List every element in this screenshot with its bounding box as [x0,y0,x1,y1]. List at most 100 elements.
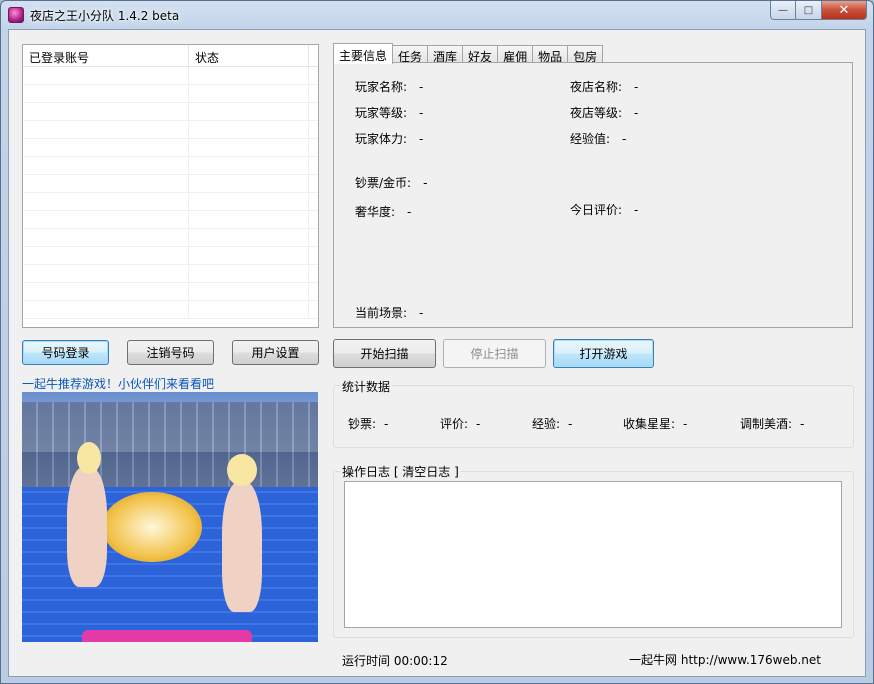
logout-button[interactable]: 注销号码 [127,340,214,365]
tab-hire[interactable]: 雇佣 [497,45,534,64]
club-level-label: 夜店等级: [570,106,623,120]
account-list-row[interactable] [23,211,318,229]
promo-image[interactable] [22,392,318,642]
scene-label: 当前场景: [355,306,408,320]
stat-drinks-label: 调制美酒: [740,417,793,431]
account-cell [23,103,189,120]
stat-cash-value: - [384,417,389,431]
app-icon [8,7,24,23]
account-list-row[interactable] [23,229,318,247]
site-link[interactable]: 一起牛网 http://www.176web.net [629,651,821,668]
runtime-value: 00:00:12 [393,654,448,668]
tab-wine-cellar[interactable]: 酒库 [427,45,464,64]
log-group-title[interactable]: 操作日志 [ 清空日志 ] [340,463,461,480]
club-name-field: 夜店名称: - [570,78,638,95]
promo-link[interactable]: 一起牛推荐游戏！小伙伴们来看看吧 [22,375,214,392]
account-list-row[interactable] [23,157,318,175]
stat-rating-value: - [476,417,481,431]
account-cell [23,283,189,300]
login-button[interactable]: 号码登录 [22,340,109,365]
account-cell [23,175,189,192]
luxury-field: 奢华度: - [355,203,411,220]
stat-exp: 经验: - [532,415,572,432]
title-bar[interactable]: 夜店之王小分队 1.4.2 beta — □ ✕ [1,1,873,29]
account-list-row[interactable] [23,247,318,265]
account-list-row[interactable] [23,67,318,85]
account-cell [23,67,189,84]
stat-stars: 收集星星: - [623,415,687,432]
column-header-account[interactable]: 已登录账号 [23,45,189,66]
club-level-field: 夜店等级: - [570,104,638,121]
stop-scan-button[interactable]: 停止扫描 [443,339,546,368]
close-icon: ✕ [838,2,850,18]
stat-exp-value: - [568,417,573,431]
stamina-label: 玩家体力: [355,132,408,146]
account-cell [23,121,189,138]
account-cell [23,157,189,174]
cash-label: 钞票/金币: [355,176,412,190]
client-area: 已登录账号 状态 主要信息 任务 酒库 好友 雇佣 物品 包房 玩家名称: - 夜… [8,29,866,677]
club-name-value: - [634,80,639,94]
player-level-value: - [419,106,424,120]
promo-wall [22,402,318,492]
tab-main-info[interactable]: 主要信息 [333,43,394,64]
stat-rating-label: 评价: [440,417,469,431]
account-cell [23,247,189,264]
account-cell [23,139,189,156]
account-cell [23,85,189,102]
maximize-icon: □ [803,4,814,16]
rating-label: 今日评价: [570,203,623,217]
status-cell [189,85,309,102]
scene-field: 当前场景: - [355,304,423,321]
account-list-row[interactable] [23,103,318,121]
account-list-row[interactable] [23,85,318,103]
tab-tasks[interactable]: 任务 [392,45,429,64]
status-cell [189,301,309,318]
column-header-status[interactable]: 状态 [189,45,309,66]
cash-value: - [423,176,428,190]
stat-exp-label: 经验: [532,417,561,431]
account-cell [23,211,189,228]
status-cell [189,265,309,282]
stats-group-title: 统计数据 [340,378,393,395]
close-button[interactable]: ✕ [822,1,867,20]
tab-friends[interactable]: 好友 [462,45,499,64]
minimize-button[interactable]: — [770,1,796,20]
runtime-status: 运行时间 00:00:12 [342,652,448,669]
status-cell [189,193,309,210]
club-name-label: 夜店名称: [570,80,623,94]
promo-fox-tail [102,492,202,562]
status-cell [189,121,309,138]
account-list-row[interactable] [23,175,318,193]
tab-items[interactable]: 物品 [532,45,569,64]
rating-field: 今日评价: - [570,201,638,218]
status-cell [189,157,309,174]
site-name: 一起牛网 [629,653,678,667]
caption-buttons: — □ ✕ [770,1,867,20]
account-list-row[interactable] [23,193,318,211]
promo-banner [82,630,252,642]
account-list[interactable]: 已登录账号 状态 [22,44,319,328]
open-game-button[interactable]: 打开游戏 [553,339,654,368]
rating-value: - [634,203,639,217]
stat-rating: 评价: - [440,415,480,432]
tab-private-rooms[interactable]: 包房 [567,45,604,64]
maximize-button[interactable]: □ [796,1,822,20]
account-list-row[interactable] [23,139,318,157]
site-url[interactable]: http://www.176web.net [681,653,821,667]
account-list-row[interactable] [23,121,318,139]
main-info-panel: 玩家名称: - 夜店名称: - 玩家等级: - 夜店等级: - 玩家体力: - 经验值: -… [333,62,853,328]
tab-strip: 主要信息 任务 酒库 好友 雇佣 物品 包房 [333,43,604,64]
log-textarea[interactable] [344,481,842,628]
scene-value: - [419,306,424,320]
account-list-row[interactable] [23,265,318,283]
status-cell [189,211,309,228]
stat-stars-value: - [683,417,688,431]
promo-character-right [222,482,262,612]
account-list-row[interactable] [23,283,318,301]
status-cell [189,103,309,120]
start-scan-button[interactable]: 开始扫描 [333,339,436,368]
user-settings-button[interactable]: 用户设置 [232,340,319,365]
stamina-field: 玩家体力: - [355,130,423,147]
account-list-row[interactable] [23,301,318,319]
